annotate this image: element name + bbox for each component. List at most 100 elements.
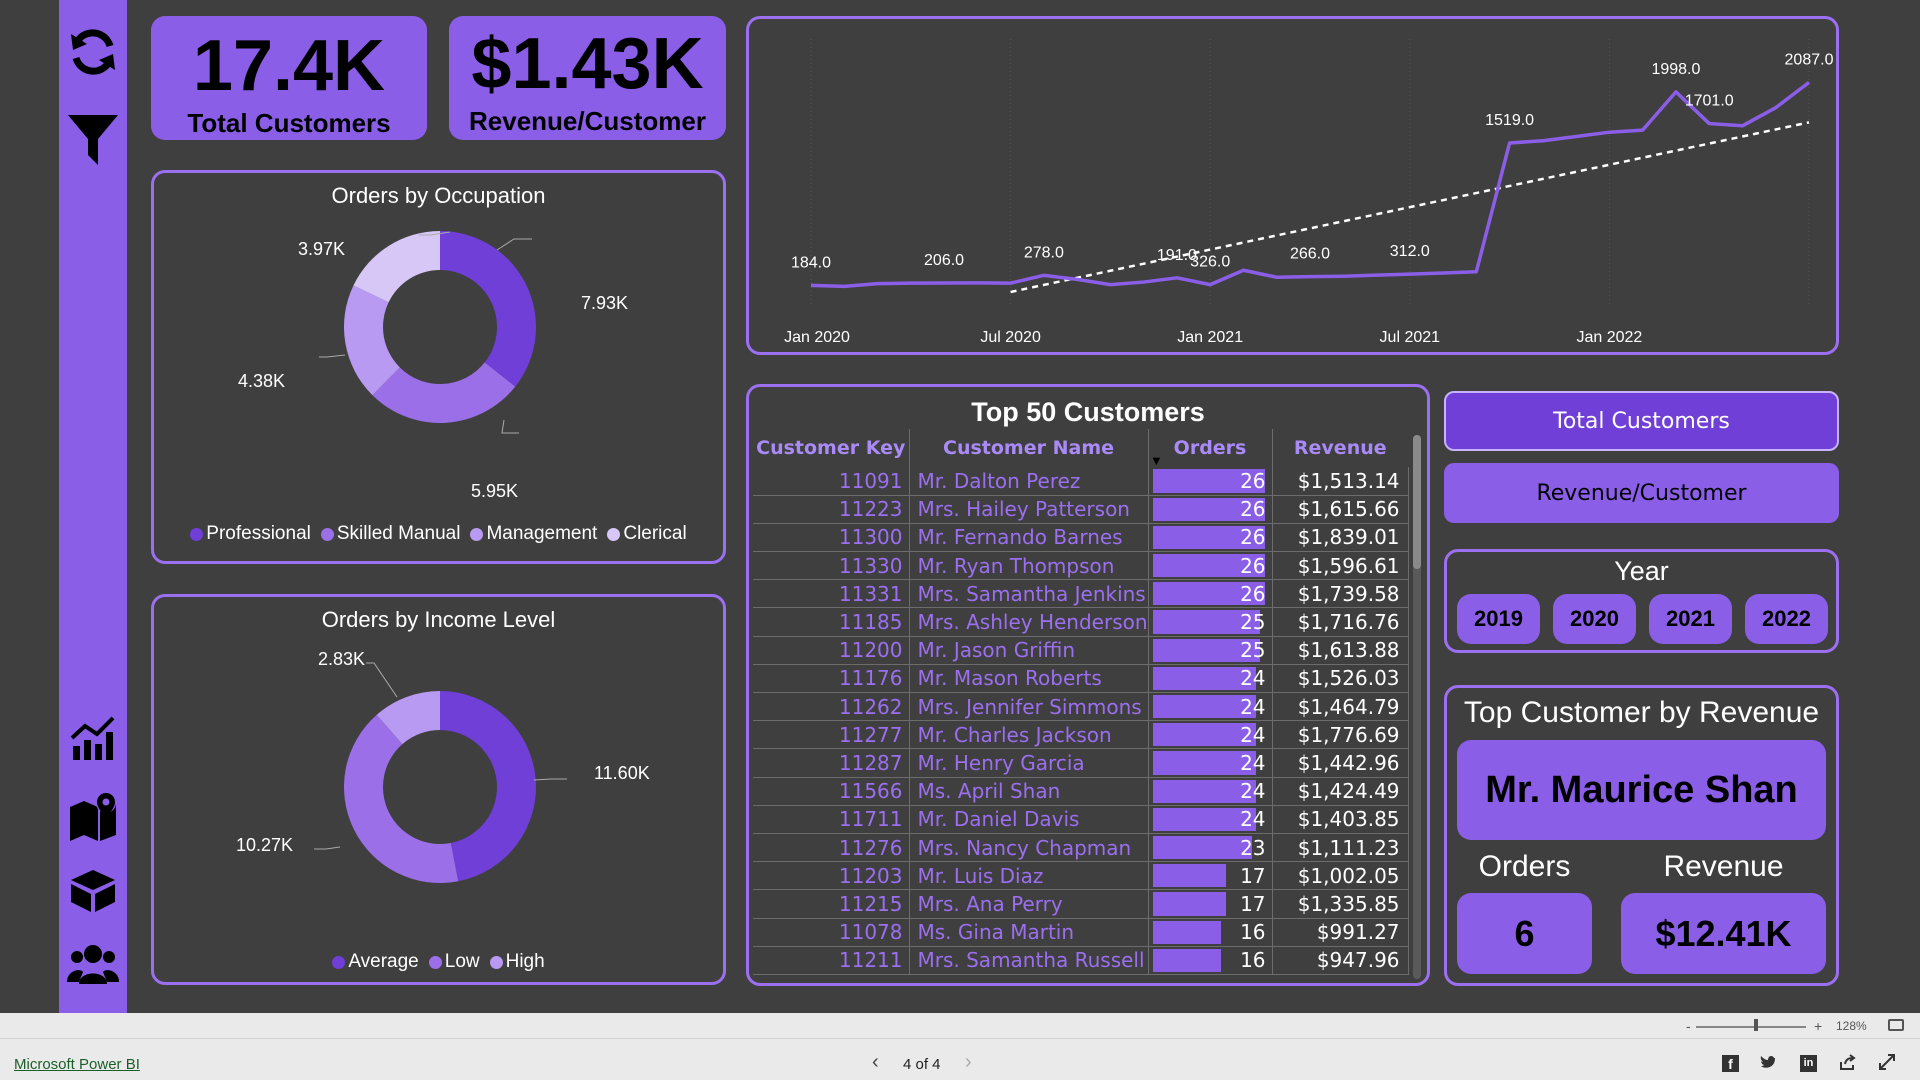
occupation-label-skilled-manual: 5.95K xyxy=(471,481,519,501)
cell-orders: 24 xyxy=(1148,748,1273,778)
donut-slice-clerical xyxy=(353,231,440,303)
map-icon[interactable] xyxy=(59,790,127,844)
users-icon[interactable] xyxy=(59,938,127,990)
facebook-icon[interactable]: f xyxy=(1722,1055,1739,1072)
zoom-out-button[interactable]: - xyxy=(1686,1018,1691,1034)
legend-item-high[interactable]: High xyxy=(489,951,545,973)
cell-customer-name: Mr. Daniel Davis xyxy=(909,805,1149,834)
trend-line-chart-card: 184.0 206.0 278.0 191.0 326.0 266.0 312.0 1519.… xyxy=(746,16,1839,355)
zoom-slider-thumb[interactable] xyxy=(1754,1019,1758,1031)
table-scrollbar-thumb[interactable] xyxy=(1413,435,1421,569)
table-row[interactable]: 11211 Mrs. Samantha Russell 16 $947.96 xyxy=(753,946,1409,975)
table-row[interactable]: 11300 Mr. Fernando Barnes 26 $1,839.01 xyxy=(753,523,1409,553)
leader-line xyxy=(319,354,346,358)
table-row[interactable]: 11331 Mrs. Samantha Jenkins 26 $1,739.58 xyxy=(753,579,1409,609)
legend-item-low[interactable]: Low xyxy=(428,951,480,973)
header-revenue[interactable]: Revenue xyxy=(1272,429,1408,467)
cell-customer-name: Mr. Luis Diaz xyxy=(909,861,1149,891)
chart-icon[interactable] xyxy=(59,712,127,764)
donut-slice-average xyxy=(440,691,536,882)
cell-orders: 23 xyxy=(1148,833,1273,863)
cell-customer-name: Mrs. Hailey Patterson xyxy=(909,495,1149,524)
legend-item-skilled-manual[interactable]: Skilled Manual xyxy=(320,523,460,545)
refresh-icon[interactable] xyxy=(59,22,127,82)
orders-value: 16 xyxy=(1240,948,1266,973)
cell-customer-name: Mr. Jason Griffin xyxy=(909,636,1149,665)
table-row[interactable]: 11078 Ms. Gina Martin 16 $991.27 xyxy=(753,918,1409,947)
filter-icon[interactable] xyxy=(59,108,127,172)
table-row[interactable]: 11185 Mrs. Ashley Henderson 25 $1,716.76 xyxy=(753,607,1409,637)
legend-label: Management xyxy=(486,523,598,544)
header-customer-key[interactable]: Customer Key xyxy=(753,429,910,467)
occupation-donut-chart xyxy=(319,231,536,434)
cell-customer-key: 11262 xyxy=(753,692,910,722)
table-row[interactable]: 11200 Mr. Jason Griffin 25 $1,613.88 xyxy=(753,636,1409,665)
zoom-in-button[interactable]: + xyxy=(1814,1018,1822,1034)
table-row[interactable]: 11566 Ms. April Shan 24 $1,424.49 xyxy=(753,777,1409,806)
fullscreen-icon[interactable] xyxy=(1878,1053,1896,1076)
legend-item-average[interactable]: Average xyxy=(332,951,419,973)
table-row[interactable]: 11262 Mrs. Jennifer Simmons 24 $1,464.79 xyxy=(753,692,1409,722)
data-label: 312.0 xyxy=(1390,243,1430,260)
legend-label: Low xyxy=(444,951,480,972)
box-icon[interactable] xyxy=(59,866,127,916)
cell-customer-name: Ms. April Shan xyxy=(909,777,1149,806)
legend-dot xyxy=(428,955,442,969)
legend-item-professional[interactable]: Professional xyxy=(190,523,311,545)
table-row[interactable]: 11330 Mr. Ryan Thompson 26 $1,596.61 xyxy=(753,551,1409,581)
orders-value: 24 xyxy=(1240,666,1266,691)
total-customers-button[interactable]: Total Customers xyxy=(1444,391,1839,451)
table-row[interactable]: 11091 Mr. Dalton Perez 26 $1,513.14 xyxy=(753,467,1409,496)
table-row[interactable]: 11203 Mr. Luis Diaz 17 $1,002.05 xyxy=(753,861,1409,891)
top-customer-orders-label: Orders xyxy=(1478,850,1571,883)
table-row[interactable]: 11711 Mr. Daniel Davis 24 $1,403.85 xyxy=(753,805,1409,834)
data-label: 278.0 xyxy=(1024,244,1064,261)
kpi-total-customers-value: 17.4K xyxy=(192,26,386,106)
table-row[interactable]: 11176 Mr. Mason Roberts 24 $1,526.03 xyxy=(753,664,1409,694)
header-customer-name[interactable]: Customer Name xyxy=(909,429,1149,467)
table-row[interactable]: 11215 Mrs. Ana Perry 17 $1,335.85 xyxy=(753,889,1409,919)
cell-customer-key: 11200 xyxy=(753,636,910,665)
year-option-2021[interactable]: 2021 xyxy=(1649,594,1732,644)
header-orders[interactable]: Orders ▼ xyxy=(1148,429,1273,467)
cell-orders: 25 xyxy=(1148,607,1273,637)
year-option-2020[interactable]: 2020 xyxy=(1553,594,1636,644)
leader-line xyxy=(501,419,519,434)
linkedin-icon[interactable]: in xyxy=(1800,1055,1817,1072)
next-page-button[interactable]: › xyxy=(965,1051,972,1074)
kpi-total-customers-label: Total Customers xyxy=(187,108,391,138)
cell-orders: 26 xyxy=(1148,551,1273,581)
table-row[interactable]: 11276 Mrs. Nancy Chapman 23 $1,111.23 xyxy=(753,833,1409,863)
fit-to-page-icon[interactable] xyxy=(1888,1019,1904,1031)
orders-value: 17 xyxy=(1240,863,1266,888)
cell-orders: 24 xyxy=(1148,805,1273,834)
zoom-slider[interactable] xyxy=(1696,1026,1806,1028)
orders-value: 17 xyxy=(1240,891,1266,916)
year-option-2019[interactable]: 2019 xyxy=(1457,594,1540,644)
prev-page-button[interactable]: ‹ xyxy=(872,1051,879,1074)
table-row[interactable]: 11223 Mrs. Hailey Patterson 26 $1,615.66 xyxy=(753,495,1409,524)
table-scrollbar-track[interactable] xyxy=(1413,435,1421,979)
powerbi-footer: - + 128% Microsoft Power BI ‹ 4 of 4 › f… xyxy=(0,1013,1920,1080)
revenue-customer-button[interactable]: Revenue/Customer xyxy=(1444,463,1839,523)
share-icon[interactable] xyxy=(1838,1053,1856,1076)
legend-item-clerical[interactable]: Clerical xyxy=(607,523,687,545)
orders-databar xyxy=(1152,920,1222,944)
income-donut-chart xyxy=(314,662,567,883)
cell-orders: 17 xyxy=(1148,861,1273,891)
cell-orders: 24 xyxy=(1148,664,1273,694)
powerbi-brand-link[interactable]: Microsoft Power BI xyxy=(14,1056,140,1073)
page-indicator: 4 of 4 xyxy=(903,1056,941,1073)
x-tick-label: Jul 2020 xyxy=(980,329,1041,346)
year-option-2022[interactable]: 2022 xyxy=(1745,594,1828,644)
cell-customer-name: Mr. Mason Roberts xyxy=(909,664,1149,694)
cell-customer-key: 11223 xyxy=(753,495,910,524)
occupation-label-clerical: 3.97K xyxy=(298,239,346,259)
twitter-icon[interactable] xyxy=(1760,1053,1778,1076)
leader-line xyxy=(496,238,532,251)
table-row[interactable]: 11287 Mr. Henry Garcia 24 $1,442.96 xyxy=(753,748,1409,778)
legend-item-management[interactable]: Management xyxy=(470,523,597,545)
income-label-low: 10.27K xyxy=(236,835,294,855)
table-row[interactable]: 11277 Mr. Charles Jackson 24 $1,776.69 xyxy=(753,720,1409,750)
x-tick-label: Jan 2022 xyxy=(1576,329,1642,346)
